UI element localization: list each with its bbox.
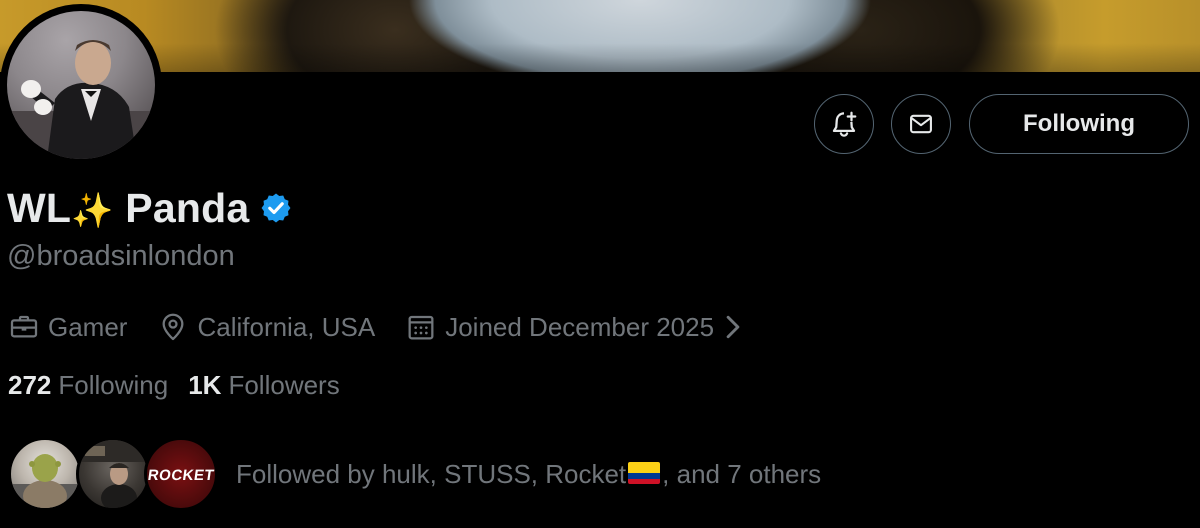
joined-text: Joined December 2025 — [445, 311, 715, 342]
location-text: California, USA — [197, 311, 376, 342]
following-count-label: Following — [58, 369, 169, 400]
notify-button[interactable] — [814, 94, 874, 154]
follower-avatar-rocket[interactable]: ROCKET — [144, 437, 218, 511]
ogre-avatar-icon — [11, 454, 79, 508]
envelope-icon — [910, 114, 932, 134]
user-handle: @broadsinlondon — [7, 240, 235, 272]
verified-badge-icon[interactable] — [259, 191, 293, 225]
profile-avatar[interactable] — [0, 4, 162, 166]
followers-count: 1K — [188, 369, 222, 400]
briefcase-icon — [10, 315, 38, 338]
banner-shade — [0, 0, 1200, 72]
bell-plus-icon — [832, 111, 857, 137]
sparkles-icon: ✨ — [71, 191, 114, 230]
follower-avatar-stuss[interactable] — [76, 437, 150, 511]
follower-avatar-hulk[interactable] — [8, 437, 82, 511]
location-pin-icon — [163, 313, 184, 341]
avatar-figure-icon — [7, 40, 155, 159]
display-name-suffix: Panda — [125, 184, 250, 231]
following-count: 272 — [8, 369, 52, 400]
profile-banner[interactable] — [0, 0, 1200, 72]
followers-you-know[interactable]: ROCKET Followed by hulk, STUSS, Rocket ,… — [8, 436, 821, 512]
message-button[interactable] — [891, 94, 951, 154]
follow-counts: 272 Following 1K Followers — [8, 366, 360, 404]
joined-date-item[interactable]: Joined December 2025 — [405, 311, 750, 343]
colombia-flag-icon — [628, 462, 661, 484]
following-button[interactable]: Following — [969, 94, 1189, 154]
followed-by-suffix: , and 7 others — [662, 458, 822, 489]
display-name-row: WL✨ Panda — [7, 182, 293, 234]
profile-page: Following WL✨ Panda @broadsinlondon Game… — [0, 0, 1200, 528]
location-item: California, USA — [157, 311, 375, 343]
display-name: WL✨ Panda — [7, 185, 249, 232]
avatar-photo — [7, 11, 155, 159]
following-count-link[interactable]: 272 Following — [8, 370, 168, 401]
followers-count-label: Followers — [228, 369, 340, 400]
profession-item: Gamer — [8, 311, 127, 343]
followed-by-text[interactable]: Followed by hulk, STUSS, Rocket , and 7 … — [236, 459, 821, 490]
profession-text: Gamer — [48, 311, 128, 342]
chevron-right-icon — [724, 314, 750, 340]
followed-by-prefix: Followed by hulk, STUSS, Rocket — [236, 458, 627, 489]
profile-meta: Gamer California, USA Joined December 20… — [8, 307, 750, 347]
calendar-icon — [408, 315, 434, 340]
display-name-prefix: WL — [7, 184, 72, 231]
person-avatar-icon — [79, 440, 147, 508]
rocket-logo-text: ROCKET — [146, 467, 216, 484]
followers-count-link[interactable]: 1K Followers — [188, 370, 340, 401]
